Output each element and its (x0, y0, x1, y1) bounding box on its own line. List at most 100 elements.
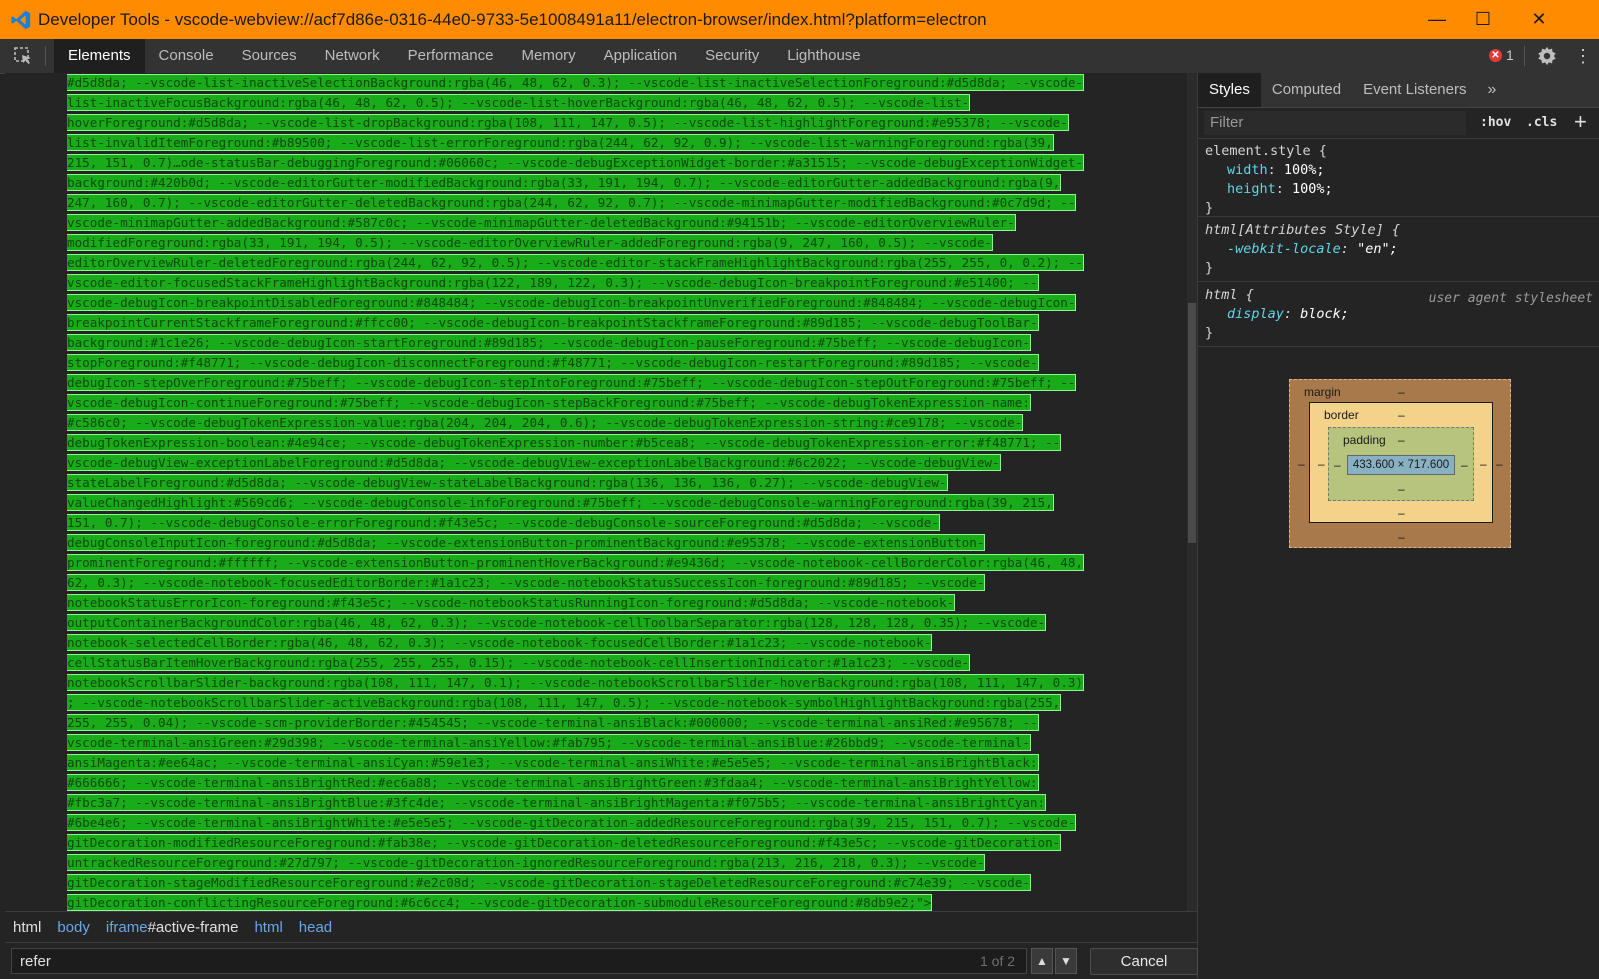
code-line[interactable]: editorOverviewRuler-deletedForeground:rg… (67, 253, 1165, 273)
code-line[interactable]: vscode-minimapGutter-addedBackground:#58… (67, 213, 1165, 233)
code-line[interactable]: cellStatusBarItemHoverBackground:rgba(25… (67, 653, 1165, 673)
tab-network[interactable]: Network (311, 39, 394, 73)
box-model-content-size[interactable]: 433.600 × 717.600 (1347, 455, 1455, 475)
padding-right-value[interactable]: – (1461, 458, 1468, 472)
tab-performance[interactable]: Performance (394, 39, 508, 73)
search-next-button[interactable]: ▼ (1055, 948, 1077, 974)
code-line[interactable]: 215, 151, 0.7)…ode-statusBar-debuggingFo… (67, 153, 1165, 173)
breadcrumb-iframe[interactable]: iframe#active-frame (98, 919, 247, 936)
code-line[interactable]: vscode-debugView-exceptionLabelForegroun… (67, 453, 1165, 473)
code-line[interactable]: background:#1c1e26; --vscode-debugIcon-s… (67, 333, 1165, 353)
style-rule-attributes[interactable]: html[Attributes Style] { -webkit-locale:… (1198, 218, 1599, 282)
code-line[interactable]: valueChangedHighlight:#569cd6; --vscode-… (67, 493, 1165, 513)
style-property[interactable]: width: 100%; (1205, 161, 1599, 180)
minimize-button[interactable]: — (1414, 0, 1460, 39)
more-options-icon[interactable]: ⋮ (1574, 45, 1592, 67)
styles-filter-input[interactable]: Filter (1204, 111, 1466, 135)
style-rule-user-agent[interactable]: html { user agent stylesheet display: bl… (1198, 283, 1599, 347)
border-bottom-value[interactable]: – (1398, 506, 1405, 520)
style-rule-element[interactable]: element.style { width: 100%; height: 100… (1198, 139, 1599, 217)
code-line[interactable]: vscode-editor-focusedStackFrameHighlight… (67, 273, 1165, 293)
tab-event-listeners[interactable]: Event Listeners (1352, 73, 1477, 107)
margin-bottom-value[interactable]: – (1398, 530, 1405, 544)
padding-top-value[interactable]: – (1398, 433, 1405, 447)
vertical-scrollbar[interactable] (1187, 73, 1197, 911)
code-line[interactable]: #666666; --vscode-terminal-ansiBrightRed… (67, 773, 1165, 793)
code-line[interactable]: gitDecoration-stageModifiedResourceForeg… (67, 873, 1165, 893)
search-previous-button[interactable]: ▲ (1031, 948, 1053, 974)
code-line[interactable]: notebook-selectedCellBorder:rgba(46, 48,… (67, 633, 1165, 653)
breadcrumb-head[interactable]: head (291, 919, 340, 936)
hover-state-toggle[interactable]: :hov (1480, 115, 1511, 130)
tab-styles[interactable]: Styles (1198, 73, 1261, 107)
box-model-padding[interactable]: padding – – – – 433.600 × 717.600 (1328, 427, 1474, 501)
code-line[interactable]: stateLabelForeground:#d5d8da; --vscode-d… (67, 473, 1165, 493)
code-line[interactable]: vscode-terminal-ansiGreen:#29d398; --vsc… (67, 733, 1165, 753)
dom-tree-code[interactable]: #d5d8da; --vscode-list-inactiveSelection… (67, 73, 1165, 911)
code-line[interactable]: list-inactiveFocusBackground:rgba(46, 48… (67, 93, 1165, 113)
code-line[interactable]: vscode-debugIcon-breakpointDisabledForeg… (67, 293, 1165, 313)
inspect-element-icon[interactable] (12, 45, 34, 67)
margin-top-value[interactable]: – (1398, 385, 1405, 399)
scrollbar-thumb[interactable] (1188, 303, 1196, 543)
code-line[interactable]: modifiedForeground:rgba(33, 191, 194, 0.… (67, 233, 1165, 253)
tab-sources[interactable]: Sources (228, 39, 311, 73)
code-line[interactable]: vscode-debugIcon-continueForeground:#75b… (67, 393, 1165, 413)
maximize-button[interactable]: ☐ (1460, 0, 1506, 39)
code-line[interactable]: 255, 255, 0.04); --vscode-scm-providerBo… (67, 713, 1165, 733)
error-counter[interactable]: ✕ 1 (1489, 47, 1514, 63)
code-line[interactable]: breakpointCurrentStackframeForeground:#f… (67, 313, 1165, 333)
tab-application[interactable]: Application (590, 39, 691, 73)
border-right-value[interactable]: – (1480, 457, 1487, 471)
code-line[interactable]: ; --vscode-notebookScrollbarSlider-activ… (67, 693, 1165, 713)
style-property[interactable]: -webkit-locale: "en"; (1205, 240, 1599, 259)
search-input[interactable]: refer (11, 948, 1027, 974)
code-line[interactable]: #6be4e6; --vscode-terminal-ansiBrightWhi… (67, 813, 1165, 833)
add-rule-icon[interactable]: + (1574, 109, 1587, 135)
code-line[interactable]: debugIcon-stepOverForeground:#75beff; --… (67, 373, 1165, 393)
close-window-button[interactable]: ✕ (1516, 0, 1562, 39)
code-line[interactable]: gitDecoration-conflictingResourceForegro… (67, 893, 1165, 911)
tab-console[interactable]: Console (145, 39, 228, 73)
box-model-border[interactable]: border – – – – padding – – – – 433.600 ×… (1309, 402, 1493, 523)
code-line[interactable]: untrackedResourceForeground:#27d797; --v… (67, 853, 1165, 873)
code-line[interactable]: gitDecoration-modifiedResourceForeground… (67, 833, 1165, 853)
code-line[interactable]: #d5d8da; --vscode-list-inactiveSelection… (67, 73, 1165, 93)
code-line[interactable]: 247, 160, 0.7); --vscode-editorGutter-de… (67, 193, 1165, 213)
box-model-margin[interactable]: margin – – – – border – – – – padding – … (1289, 379, 1511, 548)
code-line[interactable]: hoverForeground:#d5d8da; --vscode-list-d… (67, 113, 1165, 133)
tab-security[interactable]: Security (691, 39, 773, 73)
code-line[interactable]: notebookStatusErrorIcon-foreground:#f43e… (67, 593, 1165, 613)
code-line[interactable]: 151, 0.7); --vscode-debugConsole-errorFo… (67, 513, 1165, 533)
class-toggle[interactable]: .cls (1526, 115, 1557, 130)
padding-bottom-value[interactable]: – (1398, 482, 1405, 496)
code-line[interactable]: notebookScrollbarSlider-background:rgba(… (67, 673, 1165, 693)
breadcrumb-html[interactable]: html (5, 919, 49, 936)
breadcrumb-inner-html[interactable]: html (246, 919, 290, 936)
tab-computed[interactable]: Computed (1261, 73, 1352, 107)
code-line[interactable]: debugConsoleInputIcon-foreground:#d5d8da… (67, 533, 1165, 553)
tab-elements[interactable]: Elements (54, 39, 145, 73)
code-line[interactable]: 62, 0.3); --vscode-notebook-focusedEdito… (67, 573, 1165, 593)
code-line[interactable]: background:#420b0d; --vscode-editorGutte… (67, 173, 1165, 193)
code-line[interactable]: list-invalidItemForeground:#b89500; --vs… (67, 133, 1165, 153)
breadcrumb-body[interactable]: body (49, 919, 98, 936)
style-property[interactable]: height: 100%; (1205, 180, 1599, 199)
border-top-value[interactable]: – (1398, 408, 1405, 422)
code-line[interactable]: debugTokenExpression-boolean:#4e94ce; --… (67, 433, 1165, 453)
more-tabs-icon[interactable]: » (1477, 73, 1506, 107)
code-line[interactable]: prominentForeground:#ffffff; --vscode-ex… (67, 553, 1165, 573)
code-line[interactable]: #fbc3a7; --vscode-terminal-ansiBrightBlu… (67, 793, 1165, 813)
padding-left-value[interactable]: – (1334, 458, 1341, 472)
gear-icon[interactable] (1536, 45, 1558, 67)
code-line[interactable]: outputContainerBackgroundColor:rgba(46, … (67, 613, 1165, 633)
code-line[interactable]: #c586c0; --vscode-debugTokenExpression-v… (67, 413, 1165, 433)
code-line[interactable]: ansiMagenta:#ee64ac; --vscode-terminal-a… (67, 753, 1165, 773)
cancel-button[interactable]: Cancel (1090, 948, 1198, 975)
code-line[interactable]: stopForeground:#f48771; --vscode-debugIc… (67, 353, 1165, 373)
margin-left-value[interactable]: – (1298, 457, 1305, 471)
margin-right-value[interactable]: – (1496, 457, 1503, 471)
tab-lighthouse[interactable]: Lighthouse (773, 39, 874, 73)
border-left-value[interactable]: – (1318, 457, 1325, 471)
tab-memory[interactable]: Memory (508, 39, 590, 73)
